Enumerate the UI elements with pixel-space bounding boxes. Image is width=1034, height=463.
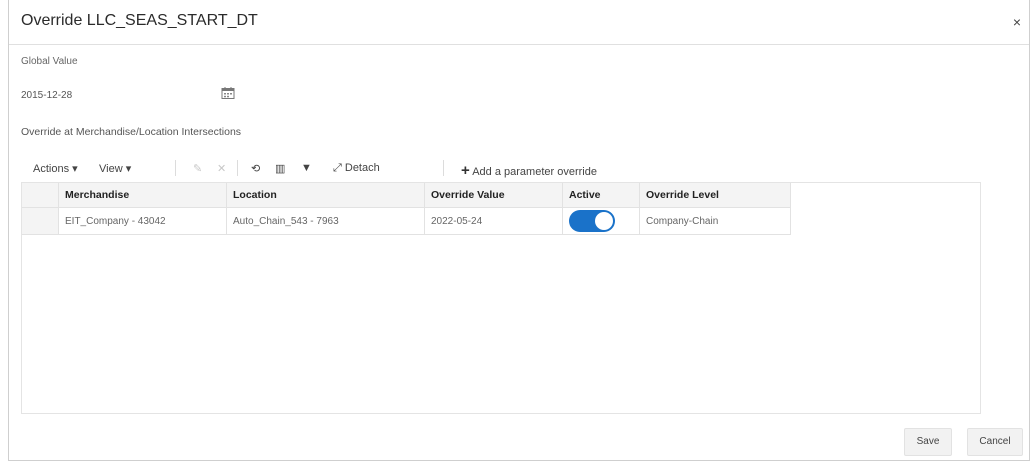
edit-icon[interactable]: ✎ xyxy=(193,162,202,175)
plus-icon: + xyxy=(461,162,470,179)
calendar-icon[interactable] xyxy=(221,86,235,100)
global-value-text: 2015-12-28 xyxy=(21,90,73,101)
table-header-row: Merchandise Location Override Value Acti… xyxy=(22,183,791,208)
refresh-icon[interactable]: ⟲ xyxy=(251,162,260,175)
detach-label: Detach xyxy=(344,162,380,174)
actions-menu-button[interactable]: Actions ▾ xyxy=(33,162,78,175)
row-header-corner xyxy=(22,183,59,208)
overrides-table: Merchandise Location Override Value Acti… xyxy=(22,183,791,235)
column-header-override-level[interactable]: Override Level xyxy=(639,183,791,208)
save-button[interactable]: Save xyxy=(904,428,952,456)
row-header-cell[interactable] xyxy=(22,207,59,235)
close-icon[interactable]: × xyxy=(1013,14,1021,30)
overrides-grid: Merchandise Location Override Value Acti… xyxy=(21,182,981,414)
override-dialog: Override LLC_SEAS_START_DT × Global Valu… xyxy=(8,0,1030,461)
cell-merchandise[interactable]: EIT_Company - 43042 xyxy=(58,207,227,235)
detach-button[interactable]: ⤢ Detach xyxy=(333,162,380,175)
column-header-active[interactable]: Active xyxy=(562,183,640,208)
column-header-location[interactable]: Location xyxy=(226,183,425,208)
add-parameter-override-label: Add a parameter override xyxy=(472,166,597,178)
toolbar-divider xyxy=(175,160,176,176)
detach-icon: ⤢ xyxy=(333,162,342,174)
cancel-button[interactable]: Cancel xyxy=(967,428,1023,456)
cell-override-level[interactable]: Company-Chain xyxy=(639,207,791,235)
active-toggle[interactable] xyxy=(569,210,615,232)
toggle-knob xyxy=(595,212,613,230)
cell-location[interactable]: Auto_Chain_543 - 7963 xyxy=(226,207,425,235)
column-header-override-value[interactable]: Override Value xyxy=(424,183,563,208)
add-parameter-override-button[interactable]: + Add a parameter override xyxy=(461,162,597,179)
cell-active xyxy=(562,207,640,235)
table-row[interactable]: EIT_Company - 43042 Auto_Chain_543 - 796… xyxy=(22,207,791,235)
toolbar-divider xyxy=(237,160,238,176)
global-value-date-field[interactable]: 2015-12-28 xyxy=(21,84,241,106)
column-header-merchandise[interactable]: Merchandise xyxy=(58,183,227,208)
cell-override-value[interactable]: 2022-05-24 xyxy=(424,207,563,235)
dialog-header: Override LLC_SEAS_START_DT × xyxy=(9,0,1029,45)
filter-icon[interactable]: ▼ xyxy=(301,162,312,174)
dialog-title: Override LLC_SEAS_START_DT xyxy=(21,12,258,29)
columns-icon[interactable]: ▥ xyxy=(275,162,285,175)
grid-toolbar: Actions ▾ View ▾ ✎ ✕ ⟲ ▥ ▼ ⤢ Detach + Ad… xyxy=(23,158,783,180)
toolbar-divider xyxy=(443,160,444,176)
global-value-label: Global Value xyxy=(21,56,78,67)
view-menu-button[interactable]: View ▾ xyxy=(99,162,131,175)
override-section-label: Override at Merchandise/Location Interse… xyxy=(21,126,242,138)
delete-icon[interactable]: ✕ xyxy=(217,162,226,175)
